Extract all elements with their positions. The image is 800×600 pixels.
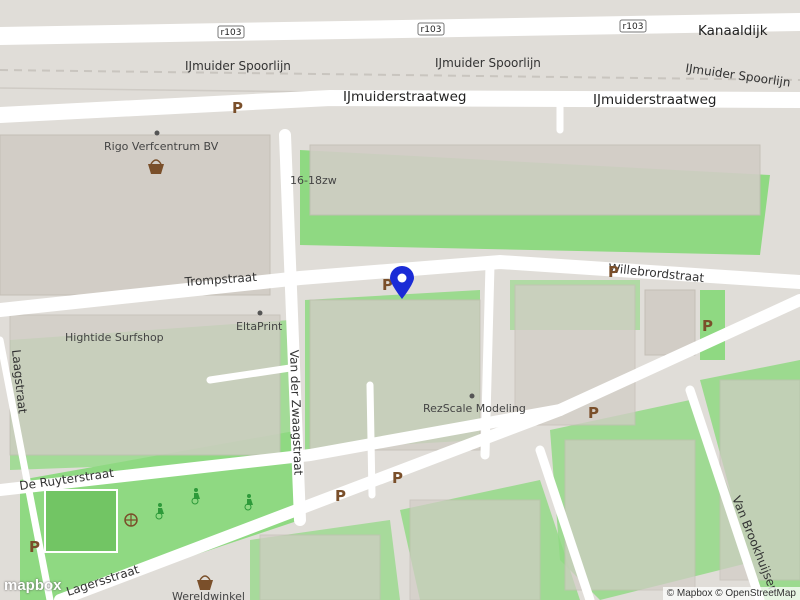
poi-label-rezscale[interactable]: RezScale Modeling [423, 402, 526, 415]
road-shield-r103-1: r103 [221, 28, 242, 38]
poi-label-wereldwinkel[interactable]: Wereldwinkel [172, 590, 245, 600]
playground-icon[interactable] [124, 513, 138, 527]
parking-icon-8[interactable]: P [29, 538, 40, 556]
map[interactable]: r103 r103 r103 Kanaaldijk IJmuider Spoor… [0, 0, 800, 600]
street-label-ijmuiderstraatweg-2: IJmuiderstraatweg [593, 92, 716, 108]
poi-dot-eltaprint [257, 310, 263, 316]
poi-label-rigo[interactable]: Rigo Verfcentrum BV [104, 140, 219, 153]
street-label-kanaaldijk: Kanaaldijk [698, 23, 768, 39]
attribution-mapbox[interactable]: © Mapbox [667, 588, 713, 599]
poi-label-hightide[interactable]: Hightide Surfshop [65, 331, 164, 344]
road-shield-r103-3: r103 [623, 22, 644, 32]
parking-icon-6[interactable]: P [392, 469, 403, 487]
street-label-spoorlijn-2: IJmuider Spoorlijn [435, 56, 541, 70]
poi-dot-rezscale [469, 393, 475, 399]
street-label-spoorlijn-1: IJmuider Spoorlijn [185, 59, 291, 73]
map-attribution[interactable]: © Mapbox © OpenStreetMap [662, 587, 800, 600]
mapbox-logo[interactable]: mapbox [4, 577, 62, 594]
parking-icon-4[interactable]: P [702, 317, 713, 335]
street-label-ijmuiderstraatweg-1: IJmuiderstraatweg [343, 89, 466, 105]
house-number-label: 16-18zw [290, 174, 337, 187]
poi-label-eltaprint[interactable]: EltaPrint [236, 320, 283, 333]
sports-field [44, 489, 118, 553]
parking-icon-7[interactable]: P [335, 487, 346, 505]
parking-icon-3[interactable]: P [608, 263, 619, 281]
parking-icon-1[interactable]: P [232, 99, 243, 117]
parking-icon-5[interactable]: P [588, 404, 599, 422]
attribution-osm[interactable]: © OpenStreetMap [715, 588, 796, 599]
poi-dot-rigo [154, 130, 160, 136]
road-shield-r103-2: r103 [421, 25, 442, 35]
map-canvas[interactable]: r103 r103 r103 Kanaaldijk IJmuider Spoor… [0, 0, 800, 600]
